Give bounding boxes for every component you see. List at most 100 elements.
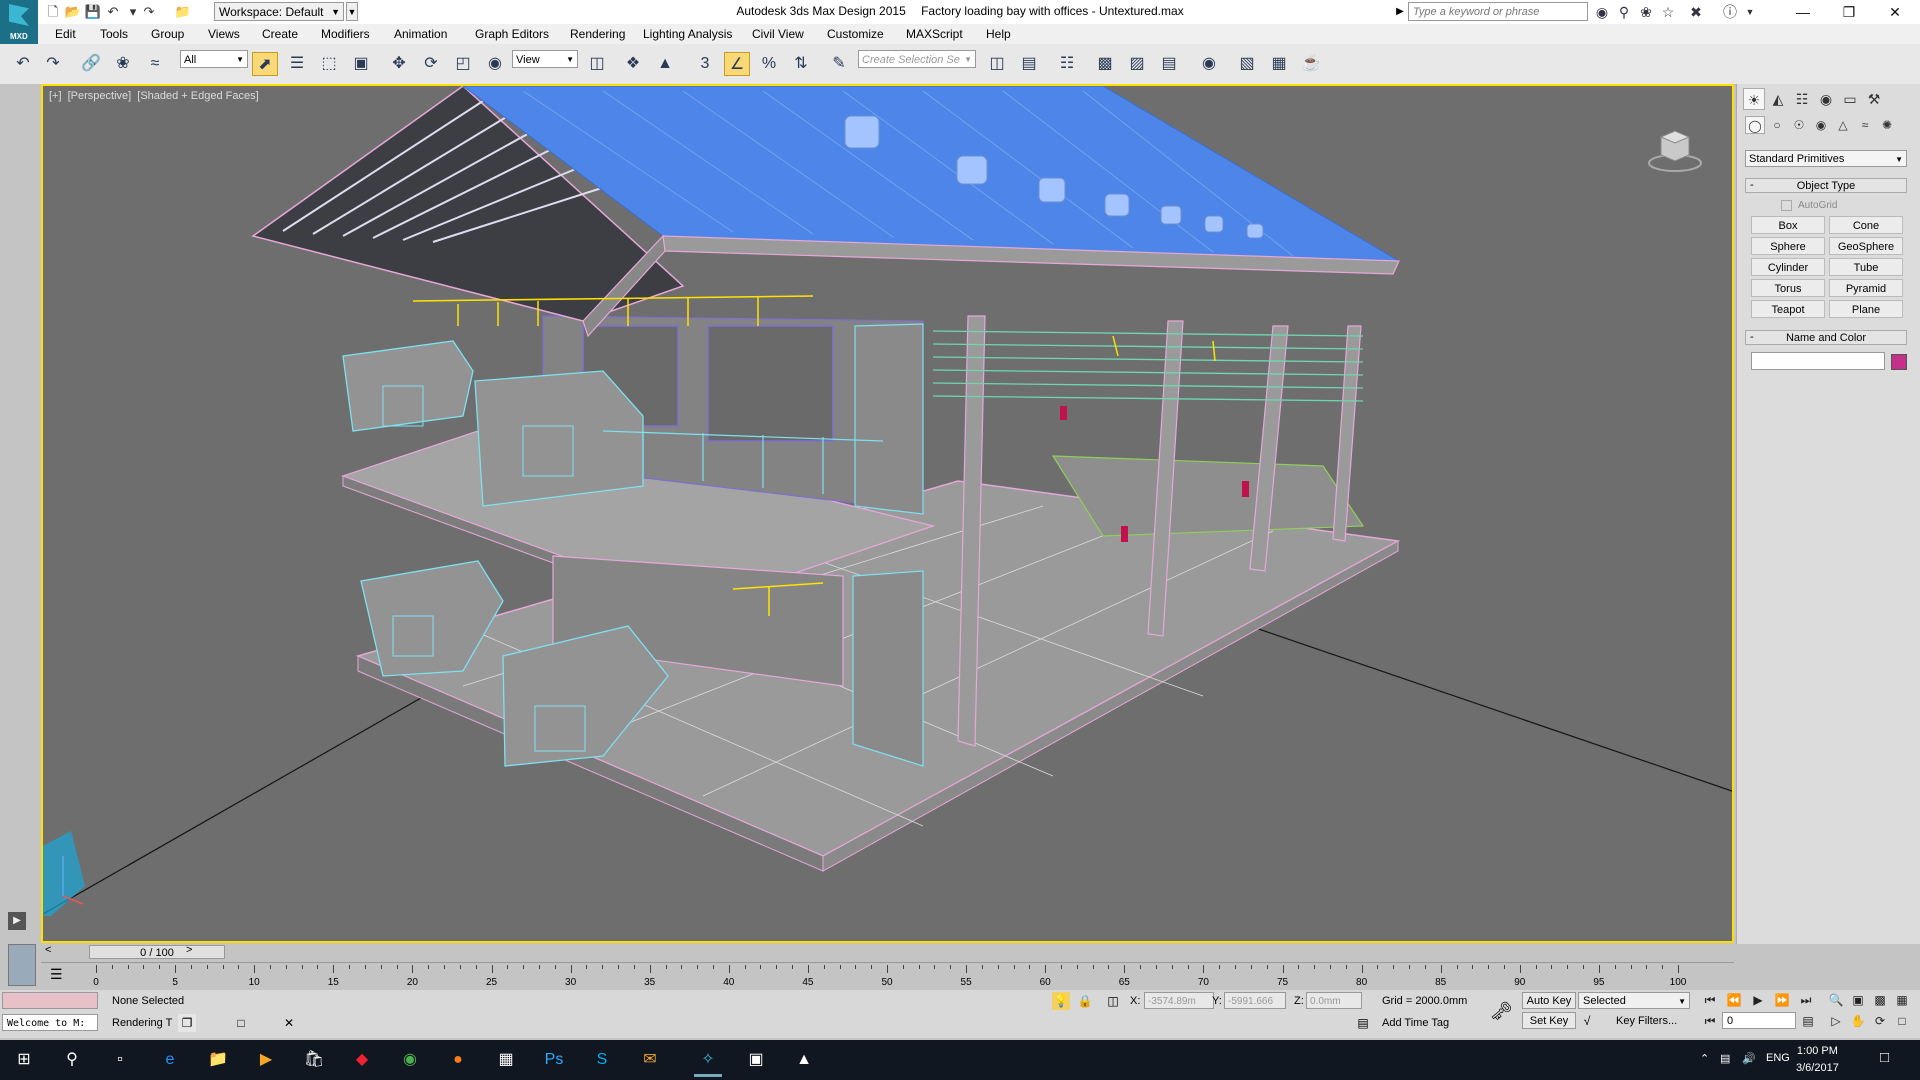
- outlook-icon[interactable]: ✉: [636, 1046, 664, 1074]
- mirror-icon[interactable]: ◫: [984, 52, 1010, 76]
- geometry-icon[interactable]: ◯: [1745, 116, 1765, 134]
- edge-browser-icon[interactable]: e: [156, 1046, 184, 1074]
- menu-lighting-analysis[interactable]: Lighting Analysis: [643, 27, 732, 41]
- window-close-icon[interactable]: ✕: [280, 1014, 298, 1032]
- save-icon[interactable]: 💾: [84, 3, 102, 21]
- media-player-icon[interactable]: ▶: [252, 1046, 280, 1074]
- select-object-icon[interactable]: ⬈: [252, 52, 278, 76]
- selection-filter-dropdown[interactable]: All ▼: [180, 50, 248, 68]
- tray-chevron-icon[interactable]: ⌃: [1700, 1052, 1709, 1065]
- select-and-place-icon[interactable]: ◉: [482, 52, 508, 76]
- orbit-icon[interactable]: ⟳: [1870, 1012, 1890, 1030]
- spinner-snap-icon[interactable]: ⇅: [788, 52, 814, 76]
- help-dropdown-icon[interactable]: ▼: [1740, 3, 1760, 21]
- helpers-icon[interactable]: △: [1833, 116, 1853, 134]
- lights-icon[interactable]: ☉: [1789, 116, 1809, 134]
- zoom-extents-all-icon[interactable]: ▦: [1892, 991, 1912, 1009]
- 3dsmax-taskbar-icon[interactable]: ✧: [694, 1046, 722, 1077]
- remote-desktop-icon[interactable]: ▣: [742, 1046, 770, 1074]
- display-tab-icon[interactable]: ▭: [1839, 88, 1861, 110]
- space-warps-icon[interactable]: ≈: [1855, 116, 1875, 134]
- menu-group[interactable]: Group: [151, 27, 184, 41]
- binoculars-icon[interactable]: ◉: [1592, 3, 1612, 21]
- cylinder-button[interactable]: Cylinder: [1751, 258, 1825, 276]
- select-and-move-icon[interactable]: ✥: [386, 52, 412, 76]
- percent-snap-icon[interactable]: %: [756, 52, 782, 76]
- curve-editor-icon[interactable]: ▨: [1124, 52, 1150, 76]
- motion-tab-icon[interactable]: ◉: [1815, 88, 1837, 110]
- viewport-shading-mode[interactable]: [Shaded + Edged Faces]: [137, 90, 258, 102]
- maxscript-listener-input[interactable]: Welcome to M:: [2, 1014, 98, 1031]
- window-crossing-icon[interactable]: ▣: [348, 52, 374, 76]
- select-by-name-icon[interactable]: ☰: [284, 52, 310, 76]
- zoom-all-icon[interactable]: ▣: [1848, 991, 1868, 1009]
- reference-coordinate-dropdown[interactable]: View ▼: [512, 50, 578, 68]
- pan-view-icon[interactable]: ✋: [1848, 1012, 1868, 1030]
- communication-center-icon[interactable]: ❀: [1636, 3, 1656, 21]
- open-mini-curve-editor-icon[interactable]: ☰: [50, 966, 63, 983]
- current-frame-field[interactable]: 0: [1722, 1012, 1796, 1029]
- volume-icon[interactable]: 🔊: [1742, 1052, 1756, 1065]
- named-selection-input[interactable]: Create Selection Se ▼: [858, 50, 976, 68]
- add-time-tag[interactable]: Add Time Tag: [1382, 1017, 1449, 1029]
- viewport-general-menu[interactable]: [+]: [49, 90, 62, 102]
- start-icon[interactable]: ⊞: [10, 1046, 38, 1074]
- cameras-icon[interactable]: ◉: [1811, 116, 1831, 134]
- render-production-icon[interactable]: ☕: [1298, 52, 1324, 76]
- menu-maxscript[interactable]: MAXScript: [906, 27, 963, 41]
- tube-button[interactable]: Tube: [1829, 258, 1903, 276]
- angle-snap-icon[interactable]: ∠: [724, 52, 750, 76]
- absolute-mode-icon[interactable]: ◫: [1104, 992, 1122, 1010]
- undo-icon[interactable]: ↶: [104, 3, 122, 21]
- task-view-icon[interactable]: ▫: [106, 1046, 134, 1074]
- play-viewport-icon[interactable]: ▶: [8, 912, 26, 930]
- store-icon[interactable]: 🛍: [300, 1046, 328, 1074]
- sphere-button[interactable]: Sphere: [1751, 237, 1825, 255]
- create-tab-icon[interactable]: ☀: [1743, 88, 1765, 110]
- search-icon[interactable]: ⚲: [58, 1046, 86, 1074]
- maxscript-listener-top[interactable]: [2, 992, 98, 1009]
- select-and-scale-icon[interactable]: ◰: [450, 52, 476, 76]
- zoom-extents-icon[interactable]: ▩: [1870, 991, 1890, 1009]
- window-maximize-icon[interactable]: □: [232, 1014, 250, 1032]
- default-in-out-tangents-icon[interactable]: √: [1578, 1012, 1596, 1030]
- help-icon[interactable]: ⓘ: [1720, 3, 1740, 21]
- modify-tab-icon[interactable]: ◭: [1767, 88, 1789, 110]
- search-input[interactable]: Type a keyword or phrase: [1408, 2, 1588, 21]
- infocenter-expand-icon[interactable]: ▶: [1394, 2, 1406, 22]
- previous-frame-icon[interactable]: ⏪: [1724, 991, 1744, 1009]
- snaps-toggle[interactable]: 3: [692, 52, 718, 76]
- clock[interactable]: 1:00 PM 3/6/2017: [1796, 1043, 1839, 1077]
- photoshop-icon[interactable]: Ps: [540, 1046, 568, 1074]
- graphite-toolset-icon[interactable]: ▩: [1092, 52, 1118, 76]
- restore-icon[interactable]: ❐: [1826, 0, 1872, 24]
- material-editor-icon[interactable]: ◉: [1196, 52, 1222, 76]
- viewport-label[interactable]: [+] [Perspective] [Shaded + Edged Faces]: [49, 90, 262, 102]
- open-file-icon[interactable]: 📂: [64, 3, 82, 21]
- bind-space-warp-icon[interactable]: ≈: [142, 52, 168, 76]
- favorites-star-icon[interactable]: ☆: [1658, 3, 1678, 21]
- maximize-viewport-icon[interactable]: □: [1892, 1012, 1912, 1030]
- schematic-view-icon[interactable]: ▤: [1156, 52, 1182, 76]
- object-name-input[interactable]: [1751, 352, 1885, 370]
- object-type-rollout[interactable]: - Object Type: [1745, 178, 1907, 193]
- selection-lock-icon[interactable]: 🔒: [1076, 992, 1094, 1010]
- time-configuration-icon[interactable]: ▤: [1798, 1012, 1818, 1030]
- pivot-center-icon[interactable]: ◫: [584, 52, 610, 76]
- window-restore-icon[interactable]: ❐: [178, 1014, 196, 1032]
- calculator-icon[interactable]: ▦: [492, 1046, 520, 1074]
- menu-edit[interactable]: Edit: [55, 27, 76, 41]
- utilities-tab-icon[interactable]: ⚒: [1863, 88, 1885, 110]
- align-icon[interactable]: ▤: [1016, 52, 1042, 76]
- firefox-icon[interactable]: ●: [444, 1046, 472, 1074]
- redo-icon[interactable]: ↷: [40, 52, 66, 76]
- menu-views[interactable]: Views: [208, 27, 240, 41]
- skype-icon[interactable]: S: [588, 1046, 616, 1074]
- render-setup-icon[interactable]: ▧: [1234, 52, 1260, 76]
- undo-icon[interactable]: ↶: [10, 52, 36, 76]
- menu-graph-editors[interactable]: Graph Editors: [475, 27, 549, 41]
- name-and-color-rollout[interactable]: - Name and Color: [1745, 330, 1907, 345]
- acrobat-icon[interactable]: ◆: [348, 1046, 376, 1074]
- perspective-viewport[interactable]: [+] [Perspective] [Shaded + Edged Faces]: [41, 84, 1734, 943]
- menu-civil-view[interactable]: Civil View: [752, 27, 804, 41]
